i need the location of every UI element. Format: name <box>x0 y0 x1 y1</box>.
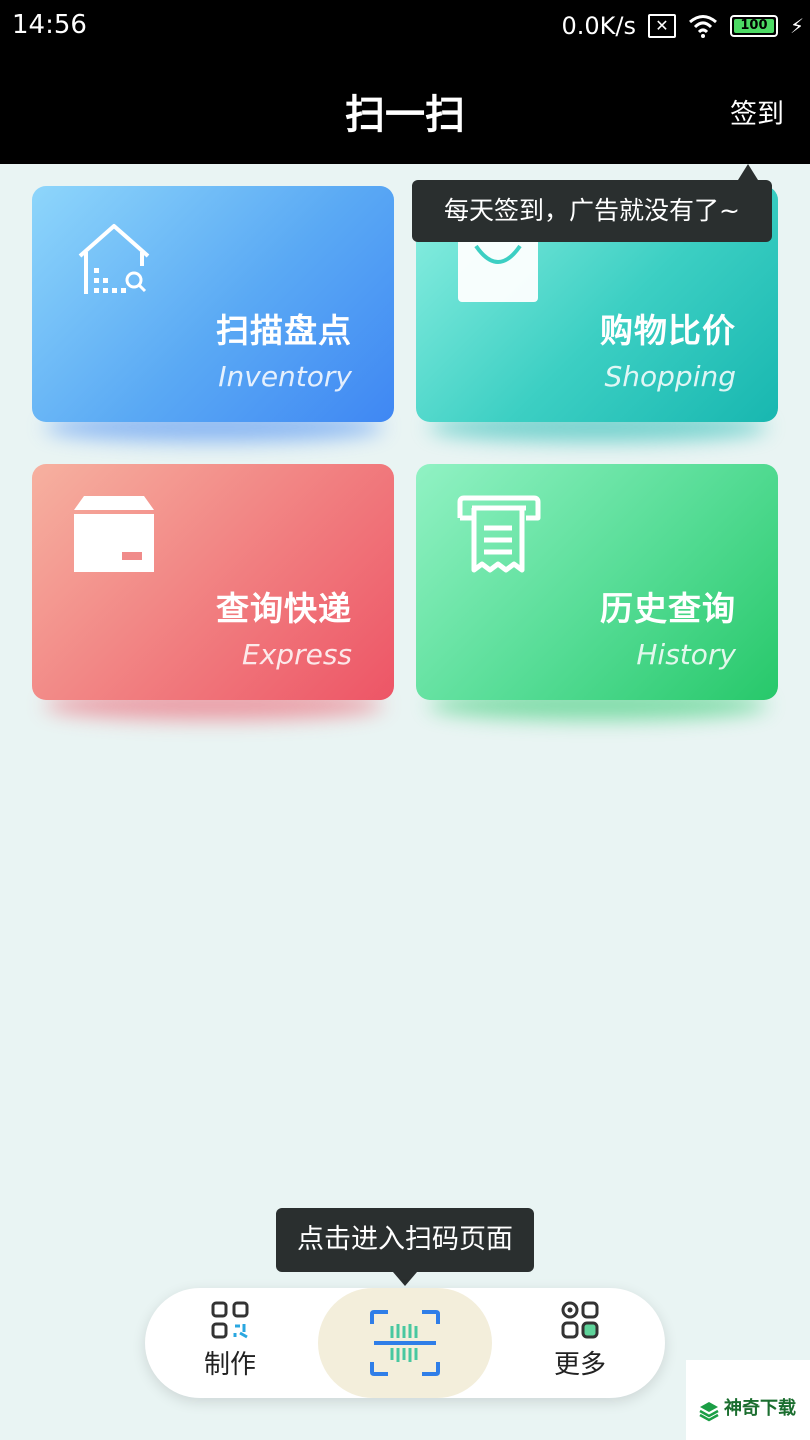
network-speed: 0.0K/s <box>561 12 636 40</box>
card-title: 扫描盘点 <box>216 311 352 350</box>
card-express[interactable]: 查询快递 Express <box>32 464 394 700</box>
receipt-icon <box>457 495 541 573</box>
scan-tooltip: 点击进入扫码页面 <box>276 1208 534 1286</box>
card-title: 历史查询 <box>600 589 736 628</box>
package-box-icon <box>74 496 154 572</box>
signin-button[interactable]: 签到 <box>730 92 784 131</box>
status-time: 14:56 <box>12 10 87 40</box>
qr-code-icon <box>211 1301 249 1339</box>
signin-tooltip: 每天签到，广告就没有了~ <box>412 164 772 242</box>
battery-level: 100 <box>733 19 774 33</box>
card-subtitle: History <box>636 638 736 671</box>
scan-button[interactable] <box>318 1288 492 1398</box>
status-icons: 0.0K/s ✕ 100 ⚡ <box>561 10 804 42</box>
watermark-text: 神奇下载 <box>724 1398 796 1419</box>
battery-icon: 100 <box>729 15 778 37</box>
card-inventory[interactable]: 扫描盘点 Inventory <box>32 186 394 422</box>
card-subtitle: Express <box>242 638 352 671</box>
card-title: 购物比价 <box>600 311 736 350</box>
bottom-nav: 制作 更多 <box>145 1288 665 1398</box>
card-subtitle: Shopping <box>604 360 737 393</box>
title-bar: 扫一扫 签到 <box>0 52 810 164</box>
nav-make-label: 制作 <box>203 1350 256 1380</box>
nav-more[interactable]: 更多 <box>535 1288 625 1398</box>
card-history[interactable]: 历史查询 History <box>416 464 778 700</box>
page-title: 扫一扫 <box>345 92 465 138</box>
status-bar: 14:56 0.0K/s ✕ 100 ⚡ <box>0 0 810 52</box>
card-subtitle: Inventory <box>218 360 352 393</box>
scan-icon <box>370 1310 440 1376</box>
nav-make[interactable]: 制作 <box>185 1288 275 1398</box>
watermark-logo-icon <box>699 1402 719 1422</box>
charging-icon: ⚡ <box>789 14 804 38</box>
card-title: 查询快递 <box>216 589 352 628</box>
grid-more-icon <box>561 1301 599 1339</box>
no-sim-icon: ✕ <box>647 14 676 38</box>
watermark: 神奇下载 <box>686 1360 810 1440</box>
wifi-icon <box>688 15 717 38</box>
house-search-icon <box>78 224 150 294</box>
nav-more-label: 更多 <box>553 1350 606 1380</box>
